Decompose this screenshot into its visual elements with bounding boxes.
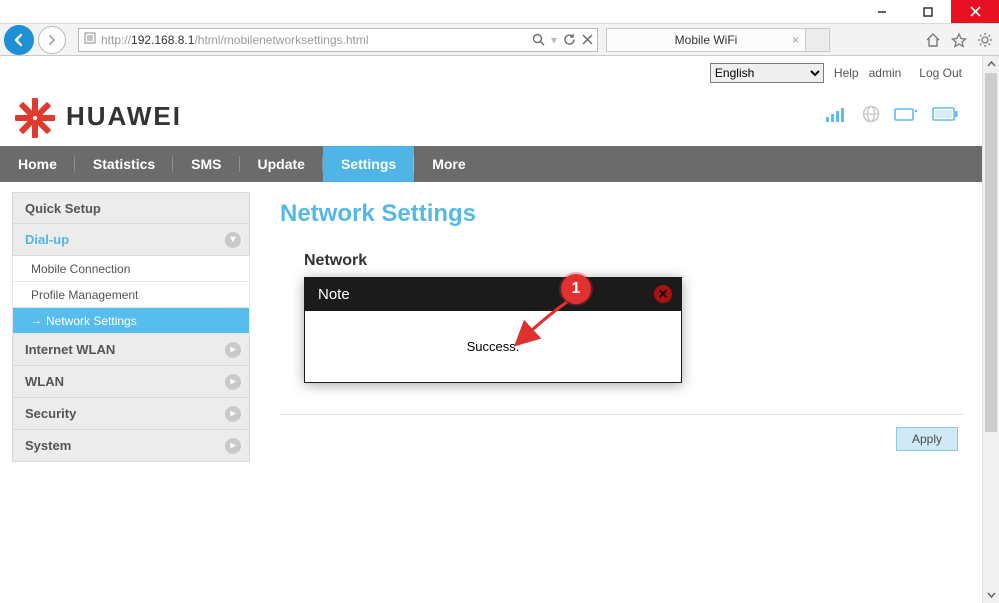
sidebar-network-settings[interactable]: Network Settings: [12, 308, 250, 334]
modal-header: Note ✕: [304, 277, 682, 311]
chevron-right-icon: ▸: [225, 342, 241, 358]
nav-settings[interactable]: Settings: [323, 146, 414, 182]
utility-row: English Help admin Log Out: [0, 56, 982, 86]
main-nav: Home Statistics SMS Update Settings More: [0, 146, 982, 182]
url-path: /html/mobilenetworksettings.html: [194, 33, 368, 47]
nav-home[interactable]: Home: [0, 146, 75, 182]
new-tab-button[interactable]: [806, 28, 830, 52]
nav-sms[interactable]: SMS: [173, 146, 239, 182]
sidebar-wlan[interactable]: WLAN ▸: [12, 366, 250, 398]
modal-title: Note: [318, 286, 350, 303]
sidebar-mobile-connection[interactable]: Mobile Connection: [12, 256, 250, 282]
url-scheme: http://: [101, 33, 131, 47]
sidebar-item-label: Dial-up: [25, 232, 69, 247]
modal-message: Success.: [467, 339, 520, 354]
main-panel: Network Settings Network Preferred mode:…: [266, 192, 970, 592]
url-host: 192.168.8.1: [131, 33, 194, 47]
page-title: Network Settings: [280, 200, 964, 228]
apply-button[interactable]: Apply: [896, 427, 958, 451]
scroll-thumb[interactable]: [985, 73, 997, 432]
battery-icon: [932, 107, 958, 126]
brand-name: HUAWEI: [66, 101, 182, 132]
chevron-right-icon: ▸: [225, 374, 241, 390]
modal-body: Success.: [304, 311, 682, 383]
nav-more[interactable]: More: [414, 146, 483, 182]
sidebar-item-label: Security: [25, 406, 76, 421]
favorites-icon[interactable]: [951, 32, 967, 48]
sidebar-dialup[interactable]: Dial-up ▾: [12, 224, 250, 256]
scroll-down-arrow[interactable]: [983, 586, 999, 603]
browser-tab[interactable]: Mobile WiFi ×: [606, 28, 806, 52]
language-select[interactable]: English: [710, 63, 824, 83]
sidebar-system[interactable]: System ▸: [12, 430, 250, 462]
sidebar-quick-setup[interactable]: Quick Setup: [12, 192, 250, 224]
chevron-right-icon: ▸: [225, 438, 241, 454]
browser-toolbar: http://192.168.8.1/html/mobilenetworkset…: [0, 24, 999, 56]
home-icon[interactable]: [925, 32, 941, 48]
signal-icon: [826, 106, 848, 127]
window-minimize-button[interactable]: [859, 0, 905, 23]
sidebar-internet-wlan[interactable]: Internet WLAN ▸: [12, 334, 250, 366]
stop-icon[interactable]: [582, 34, 593, 45]
annotation-badge: 1: [561, 274, 591, 304]
help-link[interactable]: Help: [834, 66, 859, 80]
wifi-device-icon: [894, 106, 918, 127]
nav-back-button[interactable]: [4, 25, 34, 55]
chevron-down-icon: ▾: [225, 232, 241, 248]
tools-gear-icon[interactable]: [977, 32, 993, 48]
search-icon[interactable]: [532, 33, 545, 46]
sidebar: Quick Setup Dial-up ▾ Mobile Connection …: [12, 192, 250, 462]
huawei-flower-icon: [12, 94, 56, 138]
window-maximize-button[interactable]: [905, 0, 951, 23]
sidebar-sub-label: Profile Management: [31, 288, 138, 302]
tab-title: Mobile WiFi: [675, 33, 738, 47]
globe-icon: [862, 105, 880, 128]
note-modal: Note ✕ Success.: [304, 277, 682, 383]
chevron-right-icon: ▸: [225, 406, 241, 422]
refresh-icon[interactable]: [563, 33, 576, 46]
sidebar-security[interactable]: Security ▸: [12, 398, 250, 430]
sidebar-item-label: Internet WLAN: [25, 342, 115, 357]
nav-update[interactable]: Update: [240, 146, 323, 182]
url-text[interactable]: http://192.168.8.1/html/mobilenetworkset…: [101, 33, 528, 47]
sidebar-profile-management[interactable]: Profile Management: [12, 282, 250, 308]
tab-close-icon[interactable]: ×: [792, 33, 799, 47]
sidebar-item-label: Quick Setup: [25, 201, 101, 216]
nav-statistics[interactable]: Statistics: [75, 146, 173, 182]
status-icons: [826, 105, 958, 128]
window-titlebar: [0, 0, 999, 24]
logout-link[interactable]: Log Out: [919, 66, 962, 80]
viewport-scrollbar[interactable]: [982, 56, 999, 603]
sidebar-item-label: System: [25, 438, 71, 453]
scroll-track[interactable]: [983, 73, 999, 586]
modal-close-button[interactable]: ✕: [654, 285, 672, 303]
admin-link[interactable]: admin: [869, 66, 902, 80]
brand-logo: HUAWEI: [12, 94, 182, 138]
sidebar-sub-label: Network Settings: [46, 314, 137, 328]
sidebar-item-label: WLAN: [25, 374, 64, 389]
nav-forward-button[interactable]: [38, 26, 66, 54]
sidebar-sub-label: Mobile Connection: [31, 262, 130, 276]
scroll-up-arrow[interactable]: [983, 56, 999, 73]
address-bar[interactable]: http://192.168.8.1/html/mobilenetworkset…: [78, 28, 598, 52]
section-title: Network: [304, 252, 964, 270]
window-close-button[interactable]: [951, 0, 999, 23]
page-icon: [83, 31, 97, 48]
